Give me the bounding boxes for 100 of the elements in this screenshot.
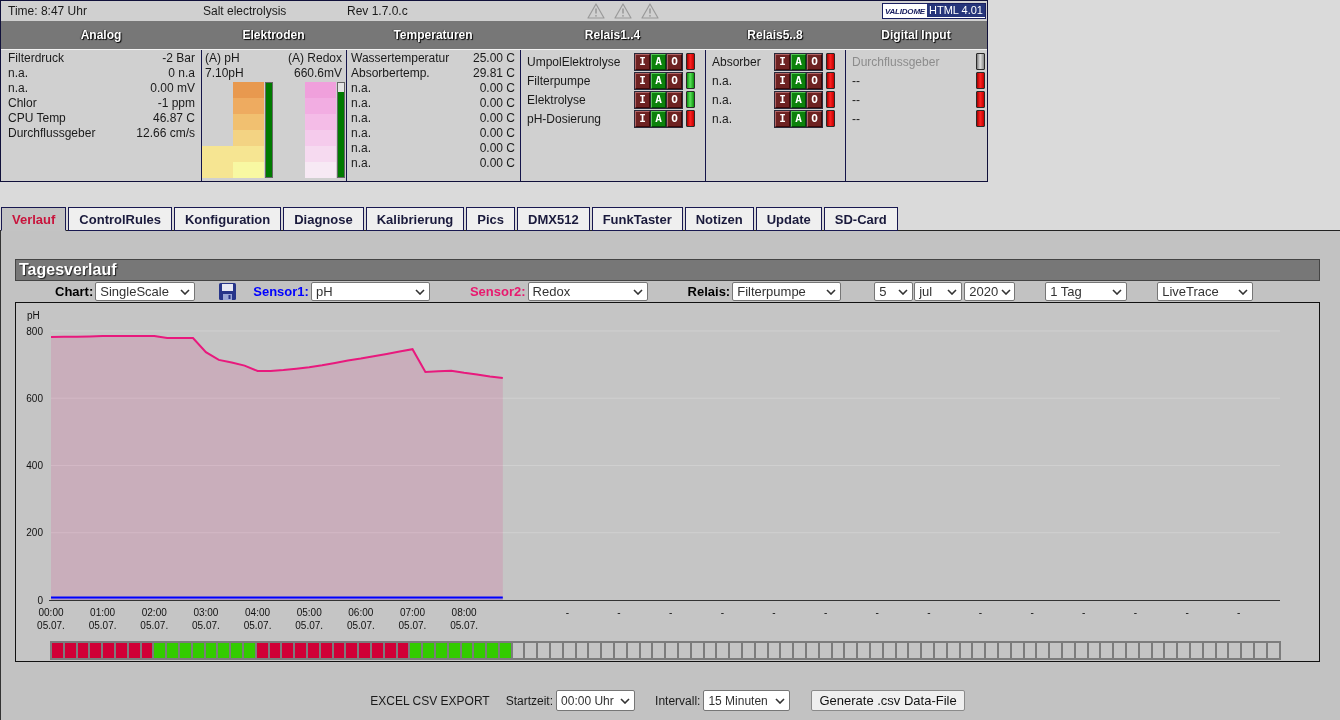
- section-title: Digital Input: [881, 28, 951, 42]
- warning-icon: [614, 3, 632, 19]
- mode-button[interactable]: I: [635, 53, 650, 70]
- x-tick-label: 08:00 05.07.: [450, 607, 478, 631]
- mode-button[interactable]: A: [651, 91, 666, 108]
- mode-button[interactable]: O: [807, 110, 822, 127]
- revision-text: Rev 1.7.0.c: [346, 4, 409, 18]
- tab[interactable]: Kalibrierung: [365, 207, 465, 231]
- mode-button[interactable]: A: [651, 53, 666, 70]
- mode-button[interactable]: A: [791, 53, 806, 70]
- x-tick-label: -: [978, 607, 983, 618]
- tab[interactable]: Diagnose: [283, 207, 364, 231]
- reading-value: 0.00 mV: [150, 81, 195, 96]
- tab[interactable]: Notizen: [684, 207, 754, 231]
- dropdown[interactable]: Redox: [527, 282, 648, 301]
- dropdown[interactable]: 5: [874, 282, 914, 301]
- mode-button[interactable]: I: [635, 91, 650, 108]
- reading-value: 0.00 C: [479, 96, 515, 111]
- reading-label: CPU Temp: [8, 111, 66, 126]
- mode-button[interactable]: O: [667, 53, 682, 70]
- relay-label: n.a.: [712, 73, 733, 88]
- mode-button[interactable]: A: [791, 110, 806, 127]
- reading-value: -2 Bar: [162, 51, 195, 66]
- reading-value: 0.00 C: [479, 126, 515, 141]
- mode-button[interactable]: I: [635, 110, 650, 127]
- reading-value: 0.00 C: [479, 81, 515, 96]
- relay-label: Elektrolyse: [527, 92, 587, 107]
- reading-label: Absorbertemp.: [351, 66, 430, 81]
- reading-label: n.a.: [351, 111, 371, 126]
- reading-value: 25.00 C: [472, 51, 515, 66]
- generate-csv-button[interactable]: Generate .csv Data-File: [811, 690, 965, 711]
- dropdown[interactable]: 2020: [964, 282, 1016, 301]
- mode-button[interactable]: O: [667, 72, 682, 89]
- validator-badge[interactable]: VALIDOME HTML 4.01: [881, 3, 986, 19]
- input-label: Durchflussgeber: [852, 54, 941, 69]
- reading-value: 12.66 cm/s: [136, 126, 195, 141]
- x-tick-label: -: [617, 607, 621, 618]
- reading-value: 29.81 C: [472, 66, 515, 81]
- x-tick-label: -: [565, 607, 570, 618]
- mode-button[interactable]: O: [807, 53, 822, 70]
- mode-button[interactable]: O: [807, 72, 822, 89]
- mode-button[interactable]: A: [651, 110, 666, 127]
- mode-button[interactable]: O: [667, 91, 682, 108]
- section-title: Relais1..4: [584, 28, 641, 42]
- dropdown[interactable]: SingleScale: [95, 282, 196, 301]
- chevron-icon: [947, 288, 958, 295]
- reading-label: Chlor: [8, 96, 37, 111]
- tab[interactable]: DMX512: [517, 207, 590, 231]
- dropdown[interactable]: LiveTrace: [1157, 282, 1254, 301]
- dropdown[interactable]: 1 Tag: [1045, 282, 1128, 301]
- dropdown[interactable]: 00:00 Uhr: [556, 690, 636, 711]
- field-label: Chart:: [55, 284, 94, 299]
- x-tick-label: 04:00 05.07.: [243, 607, 272, 631]
- sensor-label: (A) Redox: [287, 51, 342, 66]
- panel-title-bar: Tagesverlauf: [15, 259, 1320, 281]
- dropdown[interactable]: pH: [310, 282, 430, 301]
- chevron-icon: [898, 288, 909, 295]
- sensor-reading: 7.10pH: [205, 66, 244, 81]
- reading-label: n.a.: [351, 96, 371, 111]
- tab[interactable]: ControlRules: [68, 207, 172, 231]
- y-tick-label: 0: [37, 594, 43, 606]
- tab[interactable]: SD-Card: [823, 207, 898, 231]
- relay-label: Filterpumpe: [527, 73, 592, 88]
- save-icon[interactable]: [219, 283, 237, 300]
- sensor-label: (A) pH: [205, 51, 240, 66]
- section-title: Elektroden: [242, 28, 305, 42]
- mode-button[interactable]: I: [775, 110, 790, 127]
- x-tick-label: 06:00 05.07.: [346, 607, 375, 631]
- tab[interactable]: Pics: [466, 207, 516, 231]
- chevron-icon: [180, 288, 191, 295]
- field-label: Relais:: [687, 284, 731, 299]
- field-label: Intervall:: [655, 693, 701, 708]
- y-tick-label: 800: [26, 325, 43, 337]
- x-tick-label: 05:00 05.07.: [295, 607, 324, 631]
- export-title: EXCEL CSV EXPORT: [370, 693, 490, 708]
- section-title: Temperaturen: [393, 28, 473, 42]
- tab[interactable]: Update: [755, 207, 822, 231]
- dropdown[interactable]: 15 Minuten: [703, 690, 791, 711]
- mode-button[interactable]: A: [791, 72, 806, 89]
- tab[interactable]: Konfiguration: [174, 207, 282, 231]
- dropdown[interactable]: Filterpumpe: [732, 282, 842, 301]
- mode-button[interactable]: O: [667, 110, 682, 127]
- section-title: Analog: [80, 28, 122, 42]
- chevron-icon: [1001, 288, 1012, 295]
- mode-button[interactable]: I: [775, 53, 790, 70]
- x-tick-label: 02:00 05.07.: [140, 607, 169, 631]
- reading-label: n.a.: [351, 126, 371, 141]
- mode-button[interactable]: A: [791, 91, 806, 108]
- field-label: Startzeit:: [505, 693, 554, 708]
- mode-button[interactable]: I: [775, 72, 790, 89]
- mode-button[interactable]: O: [807, 91, 822, 108]
- section-title: Relais5..8: [747, 28, 803, 42]
- relay-label: n.a.: [712, 92, 733, 107]
- x-tick-label: -: [1030, 607, 1034, 618]
- mode-button[interactable]: I: [775, 91, 790, 108]
- chevron-icon: [1238, 288, 1249, 295]
- mode-button[interactable]: A: [651, 72, 666, 89]
- tab[interactable]: FunkTaster: [591, 207, 683, 231]
- dropdown[interactable]: jul: [914, 282, 963, 301]
- mode-button[interactable]: I: [635, 72, 650, 89]
